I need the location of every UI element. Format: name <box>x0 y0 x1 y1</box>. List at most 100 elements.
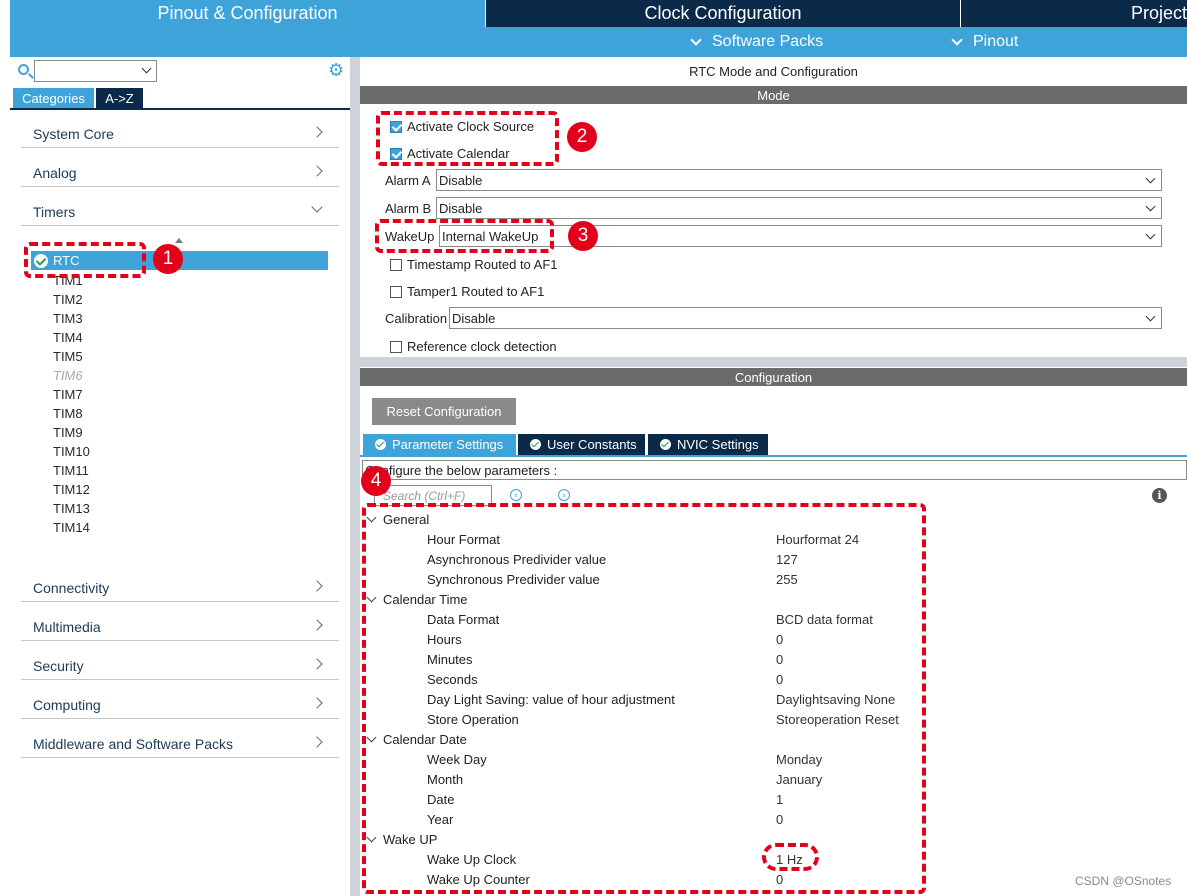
chevron-down-icon <box>951 33 963 46</box>
timer-item-tim2[interactable]: TIM2 <box>53 292 83 307</box>
checkbox-icon <box>390 340 402 353</box>
category-label: Computing <box>33 697 101 713</box>
tab-label: NVIC Settings <box>677 437 759 452</box>
chevron-right-icon <box>311 736 323 748</box>
chevron-right-icon <box>311 619 323 631</box>
watermark: CSDN @OSnotes <box>1075 874 1172 888</box>
timer-item-tim10[interactable]: TIM10 <box>53 444 90 459</box>
tab-label: Project <box>1130 3 1187 23</box>
pinout-menu[interactable]: Pinout <box>951 27 1018 57</box>
calibration-label: Calibration <box>385 311 448 326</box>
tab-label: Categories <box>22 90 85 106</box>
alarm-a-select[interactable]: Disable <box>436 169 1162 191</box>
category-system-core[interactable]: System Core <box>21 121 339 148</box>
timer-item-tim13[interactable]: TIM13 <box>53 501 90 516</box>
check-circle-icon <box>530 439 541 450</box>
timestamp-checkbox[interactable]: Timestamp Routed to AF1 <box>390 257 558 272</box>
panel-splitter[interactable] <box>350 57 360 896</box>
tab-pinout-configuration[interactable]: Pinout & Configuration <box>10 0 485 27</box>
annotation-box-wakeup-clock <box>762 843 819 871</box>
chevron-right-icon <box>311 658 323 670</box>
timer-item-tim14[interactable]: TIM14 <box>53 520 90 535</box>
category-middleware[interactable]: Middleware and Software Packs <box>21 731 339 758</box>
checkbox-icon <box>390 258 402 271</box>
category-label: Middleware and Software Packs <box>33 736 233 752</box>
info-icon[interactable]: i <box>1152 488 1167 503</box>
software-packs-menu[interactable]: Software Packs <box>690 27 824 57</box>
checkbox-label: Tamper1 Routed to AF1 <box>407 284 545 299</box>
alarm-b-label: Alarm B <box>385 201 432 216</box>
tamper-checkbox[interactable]: Tamper1 Routed to AF1 <box>390 284 544 299</box>
category-multimedia[interactable]: Multimedia <box>21 614 339 641</box>
category-label: Connectivity <box>33 580 110 596</box>
checkbox-label: Timestamp Routed to AF1 <box>407 257 558 272</box>
chevron-down-icon <box>1145 173 1156 184</box>
tab-categories[interactable]: Categories <box>13 88 94 108</box>
chevron-down-icon <box>141 63 152 74</box>
chevron-down-icon <box>1145 229 1156 240</box>
left-panel: ⚙ Categories A->Z System Core Analog Tim… <box>10 57 350 896</box>
timer-item-tim4[interactable]: TIM4 <box>53 330 83 345</box>
chevron-down-icon <box>1145 311 1156 322</box>
category-computing[interactable]: Computing <box>21 692 339 719</box>
category-security[interactable]: Security <box>21 653 339 680</box>
category-label: Analog <box>33 165 77 181</box>
timer-item-tim9[interactable]: TIM9 <box>53 425 83 440</box>
chevron-down-icon <box>311 201 323 213</box>
calibration-select[interactable]: Disable <box>449 307 1162 329</box>
timer-item-tim8[interactable]: TIM8 <box>53 406 83 421</box>
timer-item-tim7[interactable]: TIM7 <box>53 387 83 402</box>
select-value: Disable <box>439 172 483 188</box>
select-value: Disable <box>452 310 496 326</box>
chevron-right-icon <box>311 165 323 177</box>
category-timers[interactable]: Timers <box>21 199 339 226</box>
annotation-badge-2: 2 <box>567 122 597 152</box>
tab-parameter-settings[interactable]: Parameter Settings <box>363 434 516 455</box>
gear-icon[interactable]: ⚙ <box>328 61 344 79</box>
tab-a-z[interactable]: A->Z <box>96 88 143 108</box>
category-label: Multimedia <box>33 619 101 635</box>
menu-label: Software Packs <box>712 33 824 50</box>
timer-item-tim11[interactable]: TIM11 <box>53 463 89 478</box>
annotation-box-parameters <box>362 503 926 894</box>
annotation-box-activate <box>376 111 559 166</box>
tab-label: Clock Configuration <box>644 3 802 23</box>
reference-clock-checkbox[interactable]: Reference clock detection <box>390 339 557 354</box>
configuration-header: Configuration <box>360 368 1187 386</box>
alarm-a-label: Alarm A <box>385 173 431 188</box>
chevron-down-icon <box>1145 201 1156 212</box>
alarm-b-select[interactable]: Disable <box>436 197 1162 219</box>
chevron-right-icon <box>311 126 323 138</box>
tab-project[interactable]: Project <box>961 0 1187 27</box>
category-label: Timers <box>33 204 76 220</box>
timer-item-tim3[interactable]: TIM3 <box>53 311 83 326</box>
collapse-caret-icon[interactable] <box>175 238 183 243</box>
checkbox-label: Reference clock detection <box>407 339 557 354</box>
annotation-badge-4: 4 <box>361 466 391 496</box>
tab-user-constants[interactable]: User Constants <box>518 434 645 455</box>
select-value: Disable <box>439 200 483 216</box>
category-search-combo[interactable] <box>34 60 157 82</box>
category-label: Security <box>33 658 84 674</box>
check-circle-icon <box>660 439 671 450</box>
category-analog[interactable]: Analog <box>21 160 339 187</box>
check-circle-icon <box>375 439 386 450</box>
tab-clock-configuration[interactable]: Clock Configuration <box>486 0 960 27</box>
tab-nvic-settings[interactable]: NVIC Settings <box>648 434 768 455</box>
search-next-icon[interactable]: › <box>558 489 570 501</box>
tab-label: Pinout & Configuration <box>157 3 338 23</box>
tab-label: Parameter Settings <box>392 437 504 452</box>
chevron-right-icon <box>311 697 323 709</box>
chevron-down-icon <box>690 33 702 46</box>
tab-underline <box>10 108 350 110</box>
category-connectivity[interactable]: Connectivity <box>21 575 339 602</box>
configure-text: Configure the below parameters : <box>365 462 558 478</box>
timer-item-tim12[interactable]: TIM12 <box>53 482 90 497</box>
reset-configuration-button[interactable]: Reset Configuration <box>372 398 516 425</box>
chevron-right-icon <box>311 580 323 592</box>
search-previous-icon[interactable]: ‹ <box>510 489 522 501</box>
timer-item-tim5[interactable]: TIM5 <box>53 349 83 364</box>
page-title: RTC Mode and Configuration <box>689 63 858 79</box>
section-splitter[interactable] <box>360 357 1187 367</box>
timer-item-tim6[interactable]: TIM6 <box>53 368 83 383</box>
